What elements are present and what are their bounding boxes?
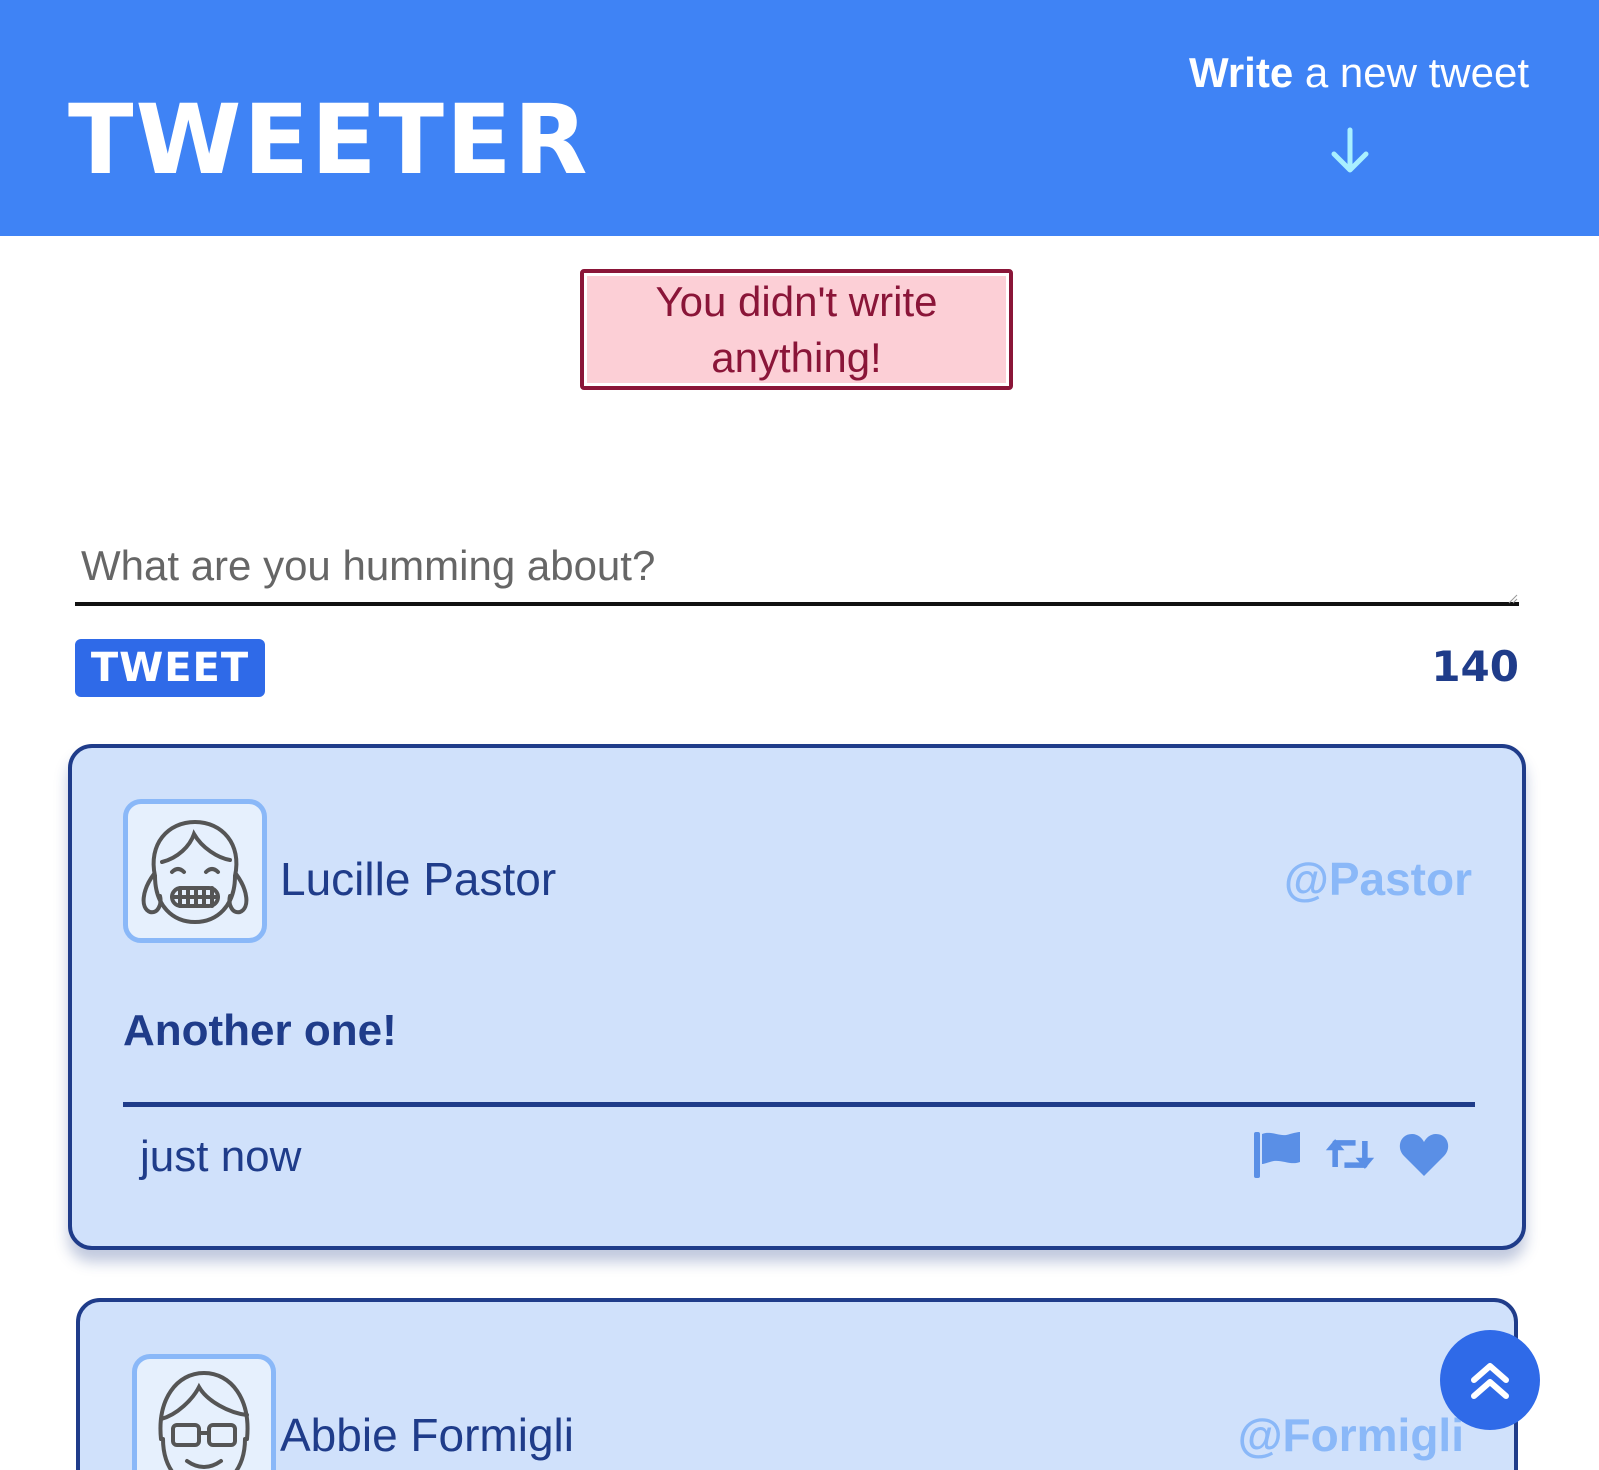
tweet-content: Another one! <box>123 1006 397 1055</box>
avatar <box>132 1354 276 1470</box>
retweet-button[interactable] <box>1324 1128 1376 1180</box>
write-link-bold: Write <box>1188 49 1294 96</box>
arrow-down-icon[interactable] <box>1328 126 1372 176</box>
flag-icon <box>1254 1132 1300 1178</box>
flag-button[interactable] <box>1250 1128 1302 1180</box>
tweet-timestamp: just now <box>140 1132 302 1181</box>
girl-smile-avatar-icon <box>141 819 249 925</box>
write-new-tweet-link[interactable]: Write a new tweet <box>1109 49 1529 96</box>
tweet-divider <box>123 1102 1475 1107</box>
tweet-input[interactable] <box>75 530 1519 606</box>
character-counter: 140 <box>1431 642 1519 691</box>
retweet-icon <box>1325 1139 1375 1169</box>
author-name: Abbie Formigli <box>280 1409 574 1461</box>
like-button[interactable] <box>1398 1128 1450 1180</box>
tweet-actions <box>1250 1128 1450 1180</box>
site-header: Tweeter Write a new tweet <box>0 0 1599 236</box>
tweet-card: Abbie Formigli @Formigli <box>76 1298 1518 1470</box>
app-logo[interactable]: Tweeter <box>68 92 590 188</box>
double-chevron-up-icon <box>1471 1363 1509 1399</box>
heart-icon <box>1399 1134 1449 1176</box>
scroll-to-top-button[interactable] <box>1440 1330 1540 1430</box>
girl-sunglasses-avatar-icon <box>158 1370 250 1470</box>
author-handle: @Formigli <box>1237 1409 1464 1461</box>
tweet-card: Lucille Pastor @Pastor Another one! just… <box>68 744 1526 1250</box>
author-handle: @Pastor <box>1283 853 1472 905</box>
author-name: Lucille Pastor <box>280 853 557 905</box>
write-link-text: a new tweet <box>1293 49 1529 96</box>
avatar <box>123 799 267 943</box>
tweet-submit-button[interactable]: Tweet <box>75 639 265 697</box>
error-message: You didn't write anything! <box>580 269 1013 390</box>
resize-grip-icon[interactable] <box>1508 594 1518 604</box>
